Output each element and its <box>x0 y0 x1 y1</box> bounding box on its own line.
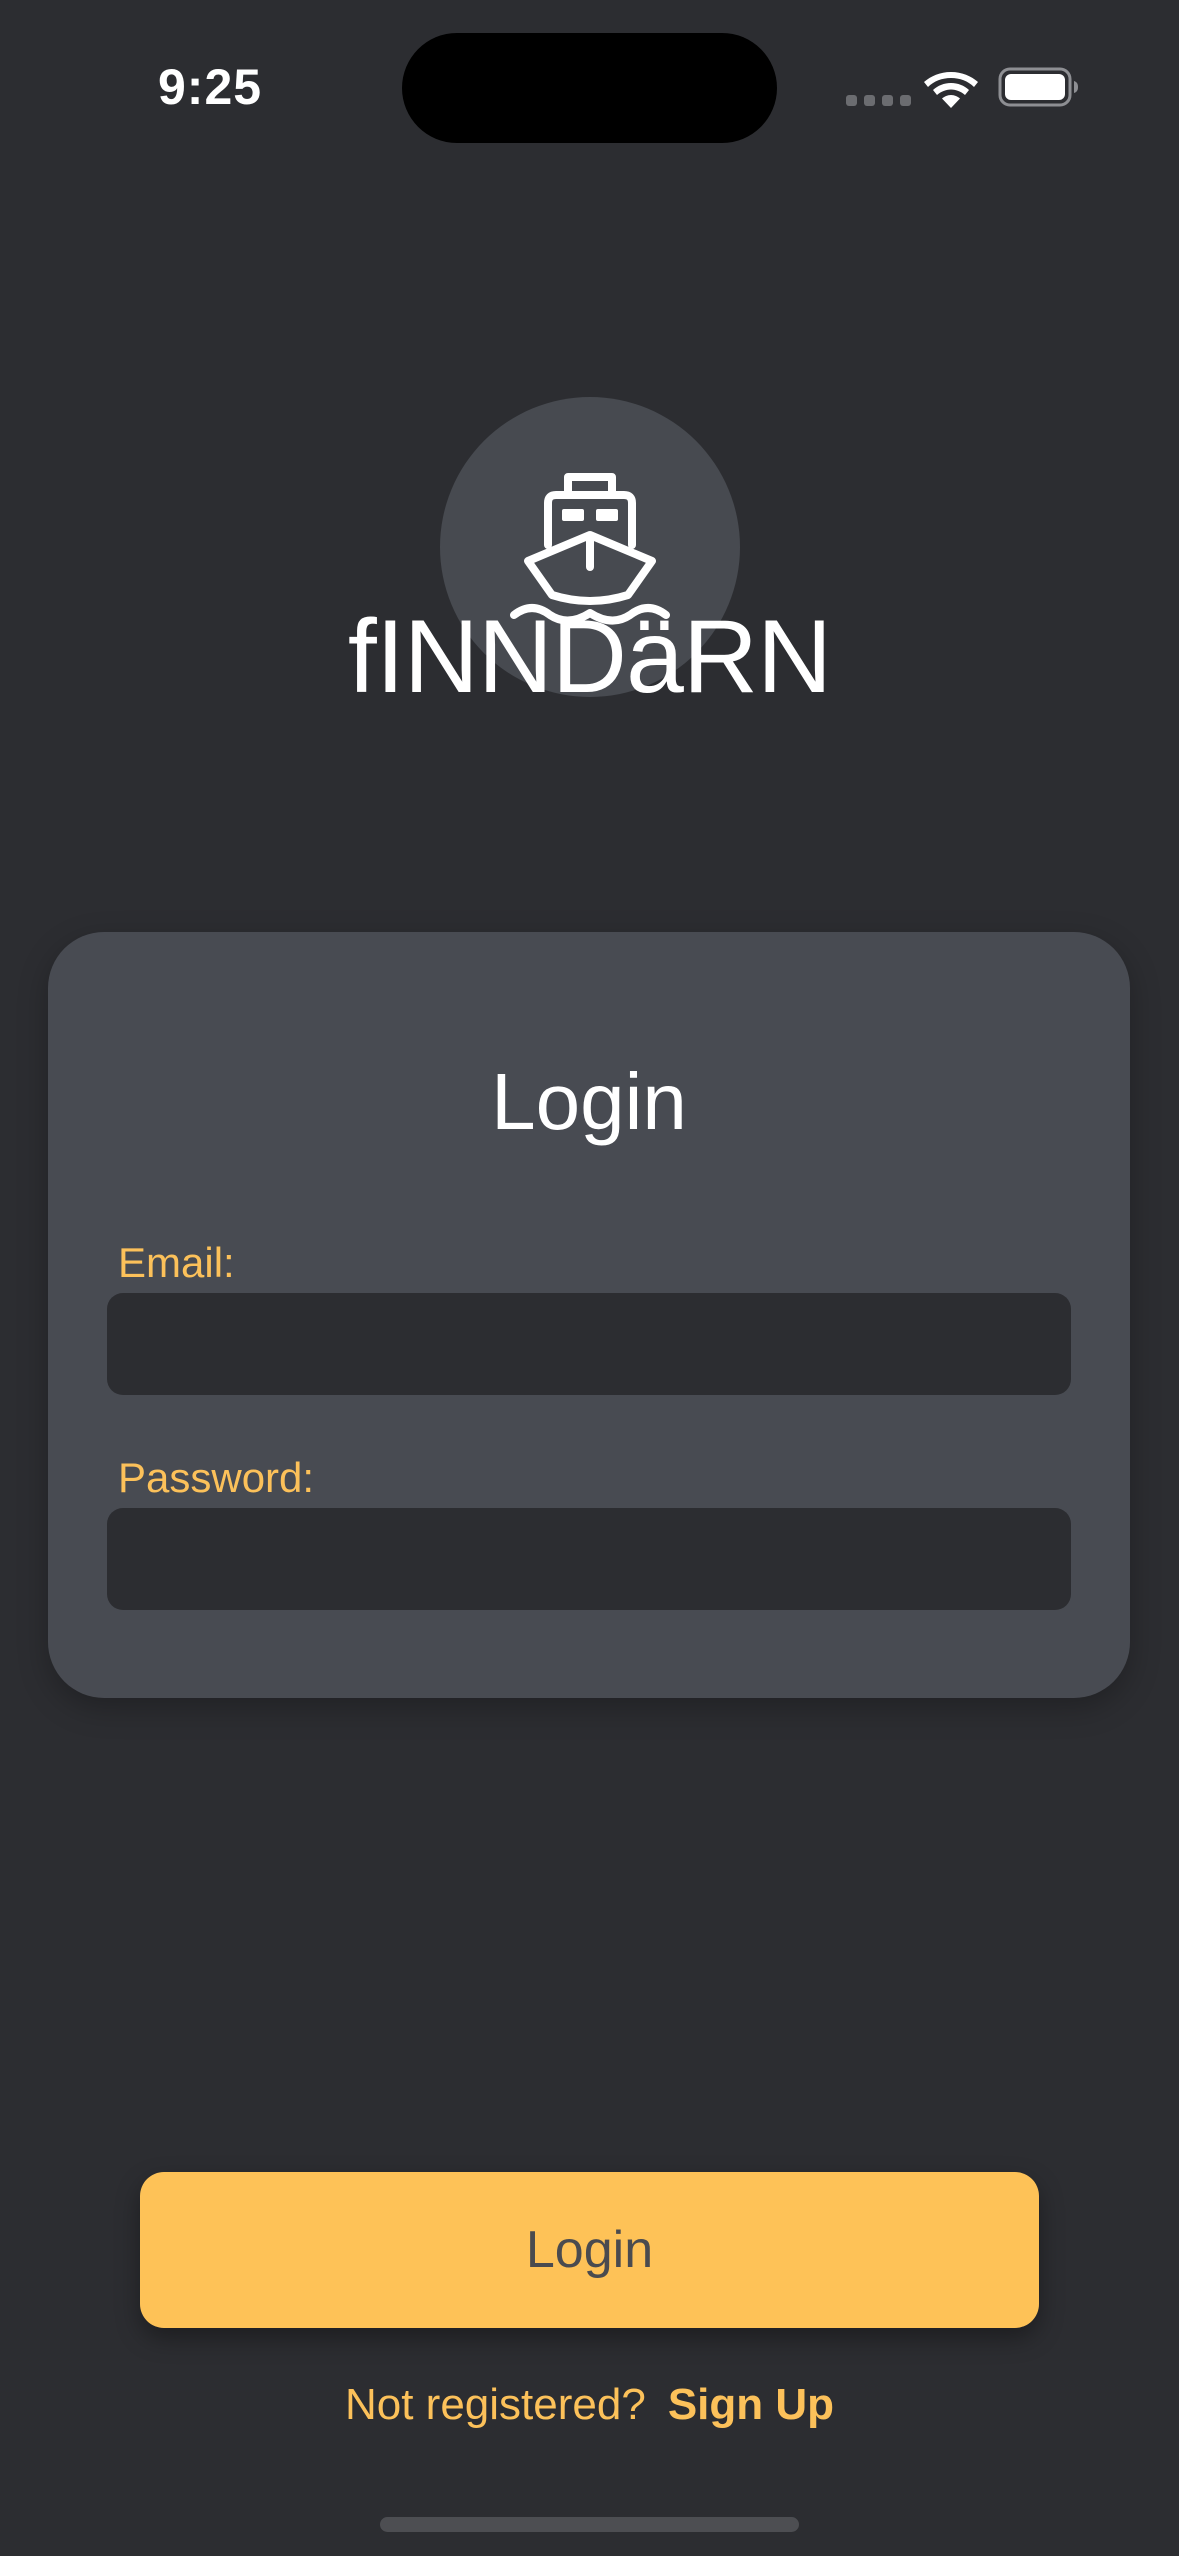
login-title: Login <box>491 1057 687 1146</box>
app-name: fINNDäRN <box>347 599 832 715</box>
login-button[interactable]: Login <box>140 2172 1039 2328</box>
sign-up-link[interactable]: Sign Up <box>668 2380 834 2429</box>
home-indicator[interactable] <box>380 2517 799 2532</box>
password-field[interactable] <box>107 1508 1071 1610</box>
not-registered-text: Not registered? <box>344 2380 646 2429</box>
wifi-icon <box>924 72 978 108</box>
login-card: Login Email: Password: <box>48 932 1130 1698</box>
status-time: 9:25 <box>158 59 263 115</box>
password-label: Password: <box>118 1454 315 1501</box>
cellular-signal-icon <box>846 95 911 106</box>
dynamic-island <box>402 33 777 143</box>
email-field[interactable] <box>107 1293 1071 1395</box>
signup-prompt: Not registered? Sign Up <box>0 2383 1179 2427</box>
email-label: Email: <box>118 1239 235 1286</box>
battery-icon <box>998 67 1078 107</box>
